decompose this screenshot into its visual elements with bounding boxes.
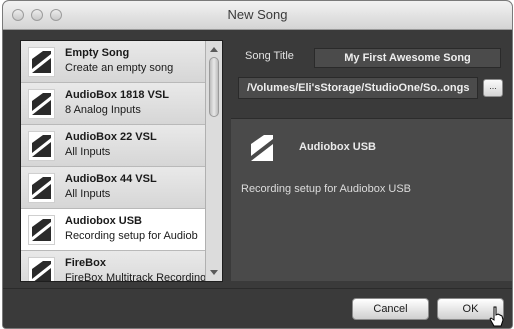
song-template-list: Empty Song Create an empty song AudioBox… xyxy=(20,40,223,282)
list-item[interactable]: AudioBox 22 VSL All Inputs xyxy=(21,125,205,167)
song-template-icon xyxy=(251,135,273,166)
hand-cursor-icon xyxy=(489,306,504,327)
list-item-name: FireBox xyxy=(65,257,106,269)
list-item-description: FireBox Multitrack Recording xyxy=(65,272,205,281)
list-item-description: Recording setup for Audiob xyxy=(65,230,198,242)
song-template-icon xyxy=(28,89,55,119)
location-path-field[interactable]: /Volumes/Eli'sStorage/StudioOne/So..ongs xyxy=(238,77,478,99)
list-item-selected[interactable]: Audiobox USB Recording setup for Audiob xyxy=(21,209,205,251)
list-item[interactable]: Empty Song Create an empty song xyxy=(21,41,205,83)
list-item[interactable]: AudioBox 44 VSL All Inputs xyxy=(21,167,205,209)
detail-description: Recording setup for Audiobox USB xyxy=(241,183,411,195)
song-template-icon xyxy=(28,215,55,245)
window-title: New Song xyxy=(227,7,288,22)
list-item[interactable]: AudioBox 1818 VSL 8 Analog Inputs xyxy=(21,83,205,125)
list-item-description: All Inputs xyxy=(65,188,111,200)
list-item-name: Empty Song xyxy=(65,47,130,59)
browse-button[interactable]: ... xyxy=(483,79,503,97)
detail-title: Audiobox USB xyxy=(299,141,376,153)
song-title-label: Song Title xyxy=(245,50,294,62)
dialog-footer: Cancel OK xyxy=(3,288,512,328)
list-item-name: Audiobox USB xyxy=(65,215,142,227)
scroll-thumb[interactable] xyxy=(209,57,219,117)
list-scrollbar[interactable] xyxy=(205,41,222,281)
song-template-icon xyxy=(28,131,55,161)
list-item-description: All Inputs xyxy=(65,146,111,158)
song-template-icon xyxy=(28,257,55,281)
list-item-name: AudioBox 1818 VSL xyxy=(65,89,169,101)
template-detail-panel: Audiobox USB Recording setup for Audiobo… xyxy=(231,118,512,281)
cancel-button[interactable]: Cancel xyxy=(352,298,429,320)
list-item[interactable]: FireBox FireBox Multitrack Recording xyxy=(21,251,205,281)
list-item-name: AudioBox 22 VSL xyxy=(65,131,157,143)
new-song-dialog: New Song Empty Song Create an empty song… xyxy=(3,1,512,328)
scroll-up-icon[interactable] xyxy=(210,47,218,52)
dialog-content: Empty Song Create an empty song AudioBox… xyxy=(3,30,512,328)
scroll-down-icon[interactable] xyxy=(210,270,218,275)
list-item-description: 8 Analog Inputs xyxy=(65,104,141,116)
song-template-icon xyxy=(28,47,55,77)
song-title-input[interactable]: My First Awesome Song xyxy=(314,48,501,68)
list-item-name: AudioBox 44 VSL xyxy=(65,173,157,185)
list-item-description: Create an empty song xyxy=(65,62,174,74)
title-bar[interactable]: New Song xyxy=(3,1,512,30)
song-template-icon xyxy=(28,173,55,203)
